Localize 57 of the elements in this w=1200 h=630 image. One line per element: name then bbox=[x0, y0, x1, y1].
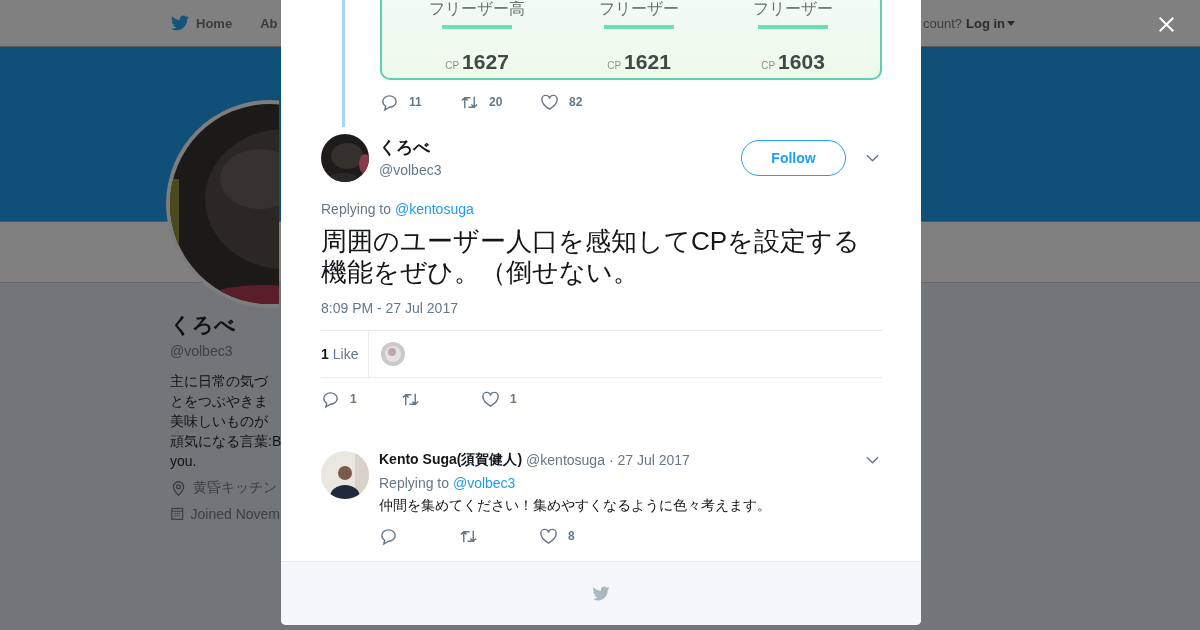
chevron-icon[interactable] bbox=[866, 456, 879, 464]
heart-icon[interactable] bbox=[539, 526, 558, 546]
replying-to-text: Replying to @volbec3 bbox=[379, 475, 517, 491]
cp-label: CP bbox=[761, 59, 776, 73]
tweet-timestamp: 8:09 PM - 27 Jul 2017 bbox=[321, 300, 459, 316]
bio-text: 頑気になる言葉:B bbox=[170, 432, 280, 451]
bird-icon bbox=[591, 585, 611, 602]
location-pin-icon bbox=[170, 479, 187, 497]
action-count: 8 bbox=[568, 529, 575, 543]
login-link[interactable]: Log in bbox=[966, 15, 1015, 31]
account-prompt: count? bbox=[922, 15, 962, 31]
cp-value: 1603 bbox=[778, 50, 825, 74]
nav-link[interactable]: Home bbox=[170, 14, 233, 32]
action-count: 1 bbox=[510, 392, 517, 406]
mention-link[interactable]: @volbec3 bbox=[452, 475, 516, 491]
bird-icon bbox=[170, 14, 190, 32]
action-count: 1 bbox=[350, 392, 357, 406]
profile-handle: @volbec3 bbox=[170, 343, 233, 359]
cp-label: CP bbox=[445, 59, 460, 73]
cp-value: 1627 bbox=[462, 50, 509, 74]
nav-link[interactable]: Ab bbox=[260, 14, 278, 32]
action-count: 11 bbox=[409, 95, 422, 109]
name-underline bbox=[758, 25, 828, 29]
tweet-text: 仲間を集めてください！集めやすくなるように色々考えます。 bbox=[379, 497, 772, 515]
monster-name: フリーザー bbox=[599, 0, 679, 18]
likes-count[interactable]: 1 Like bbox=[321, 331, 370, 377]
bio-text: you. bbox=[170, 452, 197, 471]
tweet-text: 周囲のユーザー人口を感知してCPを設定する機能をぜひ。（倒せない。 bbox=[321, 226, 862, 288]
bio-text: 主に日常の気づ bbox=[170, 372, 268, 391]
bio-text: 美味しいものが bbox=[170, 412, 268, 431]
reply-icon[interactable] bbox=[380, 92, 399, 112]
tweet-date: · 27 Jul 2017 bbox=[608, 452, 690, 468]
close-icon[interactable] bbox=[1158, 16, 1175, 33]
cp-value: 1621 bbox=[624, 50, 671, 74]
mention-link[interactable]: @kentosuga bbox=[394, 201, 474, 217]
action-count: 82 bbox=[569, 95, 583, 109]
reply-icon[interactable] bbox=[379, 526, 398, 546]
calendar-icon bbox=[170, 505, 185, 522]
monster-name: フリーザー bbox=[753, 0, 833, 18]
heart-icon[interactable] bbox=[481, 389, 500, 409]
action-count: 20 bbox=[489, 95, 503, 109]
name-underline bbox=[442, 25, 512, 29]
cp-label: CP bbox=[607, 59, 622, 73]
chevron-icon[interactable] bbox=[866, 154, 879, 162]
author-handle: @kentosuga bbox=[526, 452, 605, 468]
replying-to-text: Replying to @kentosuga bbox=[321, 201, 475, 217]
name-underline bbox=[604, 25, 674, 29]
follow-button[interactable]: Follow bbox=[741, 140, 846, 176]
heart-icon[interactable] bbox=[540, 92, 559, 112]
caret-icon bbox=[1007, 20, 1015, 26]
author-name: Kento Suga(須賀健人) bbox=[379, 451, 523, 469]
bio-text: とをつぶやきま bbox=[170, 392, 268, 411]
reply-icon[interactable] bbox=[321, 389, 340, 409]
monster-name: フリーザー高 bbox=[429, 0, 525, 18]
author-handle: @volbec3 bbox=[379, 162, 443, 178]
author-name: くろべ bbox=[379, 137, 431, 159]
profile-name: くろべ bbox=[170, 312, 236, 338]
